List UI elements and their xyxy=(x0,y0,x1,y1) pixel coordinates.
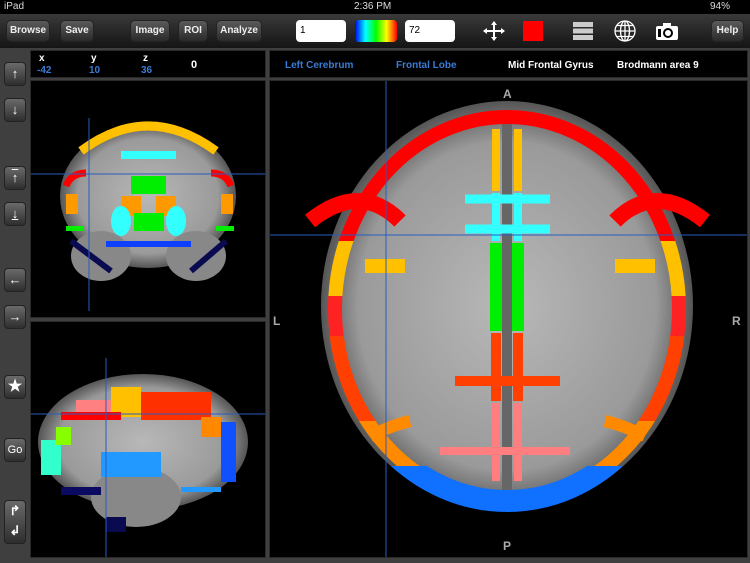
posterior-label: P xyxy=(503,539,512,553)
intensity-value: 0 xyxy=(191,59,198,71)
globe-icon[interactable] xyxy=(612,20,638,42)
gyrus-label: Mid Frontal Gyrus xyxy=(508,60,594,71)
jump-bottom-button[interactable]: ↓ xyxy=(4,202,26,226)
x-value: -42 xyxy=(37,65,52,76)
clock: 2:36 PM xyxy=(354,1,392,12)
left-label: L xyxy=(273,314,281,328)
anterior-label: A xyxy=(503,87,512,101)
favorite-button[interactable]: ★ xyxy=(4,375,26,399)
min-threshold-input[interactable]: 1 xyxy=(296,20,346,42)
battery-level: 94% xyxy=(710,1,731,12)
browse-button[interactable]: Browse xyxy=(6,20,50,42)
image-button[interactable]: Image xyxy=(130,20,170,42)
coronal-view[interactable] xyxy=(30,80,266,318)
camera-icon[interactable] xyxy=(654,20,680,42)
y-label: y xyxy=(91,53,97,64)
star-icon: ★ xyxy=(7,378,23,395)
device-name: iPad xyxy=(4,1,25,12)
analyze-button[interactable]: Analyze xyxy=(216,20,262,42)
y-value: 10 xyxy=(89,65,101,76)
lobe-label: Frontal Lobe xyxy=(396,60,457,71)
z-value: 36 xyxy=(141,65,153,76)
swap-button[interactable]: ↱ ↲ xyxy=(4,500,26,544)
help-button[interactable]: Help xyxy=(711,20,744,42)
move-crosshair-icon[interactable] xyxy=(481,20,507,42)
roi-button[interactable]: ROI xyxy=(178,20,208,42)
save-button[interactable]: Save xyxy=(60,20,94,42)
atlas-label-bar: Left Cerebrum Frontal Lobe Mid Frontal G… xyxy=(269,50,748,78)
move-right-button[interactable]: → xyxy=(4,305,26,329)
color-square-icon[interactable] xyxy=(523,21,543,41)
max-threshold-input[interactable]: 72 xyxy=(405,20,455,42)
jump-top-button[interactable]: ↑ xyxy=(4,166,26,190)
right-label: R xyxy=(732,314,741,328)
status-bar: iPad 2:36 PM 94% xyxy=(0,0,750,14)
toolbar: Browse Save Image ROI Analyze 1 72 Help xyxy=(0,14,750,48)
axial-view[interactable]: A P L R xyxy=(269,80,748,558)
sagittal-view[interactable] xyxy=(30,321,266,558)
layers-icon[interactable] xyxy=(570,20,596,42)
slice-down-button[interactable]: ↓ xyxy=(4,98,26,122)
arrow-down-bottom-icon: ↓ xyxy=(11,206,19,221)
x-label: x xyxy=(39,53,45,64)
move-left-button[interactable]: ← xyxy=(4,268,26,292)
z-label: z xyxy=(143,53,148,64)
go-button[interactable]: Go xyxy=(4,438,26,462)
coordinates-panel: x -42 y 10 z 36 0 xyxy=(30,50,266,78)
swap-arrows-icon: ↱ ↲ xyxy=(9,503,21,538)
colormap-icon[interactable] xyxy=(355,20,397,42)
hemisphere-label: Left Cerebrum xyxy=(285,60,354,71)
arrow-up-top-icon: ↑ xyxy=(11,170,19,185)
slice-up-button[interactable]: ↑ xyxy=(4,62,26,86)
brodmann-label: Brodmann area 9 xyxy=(617,60,699,71)
